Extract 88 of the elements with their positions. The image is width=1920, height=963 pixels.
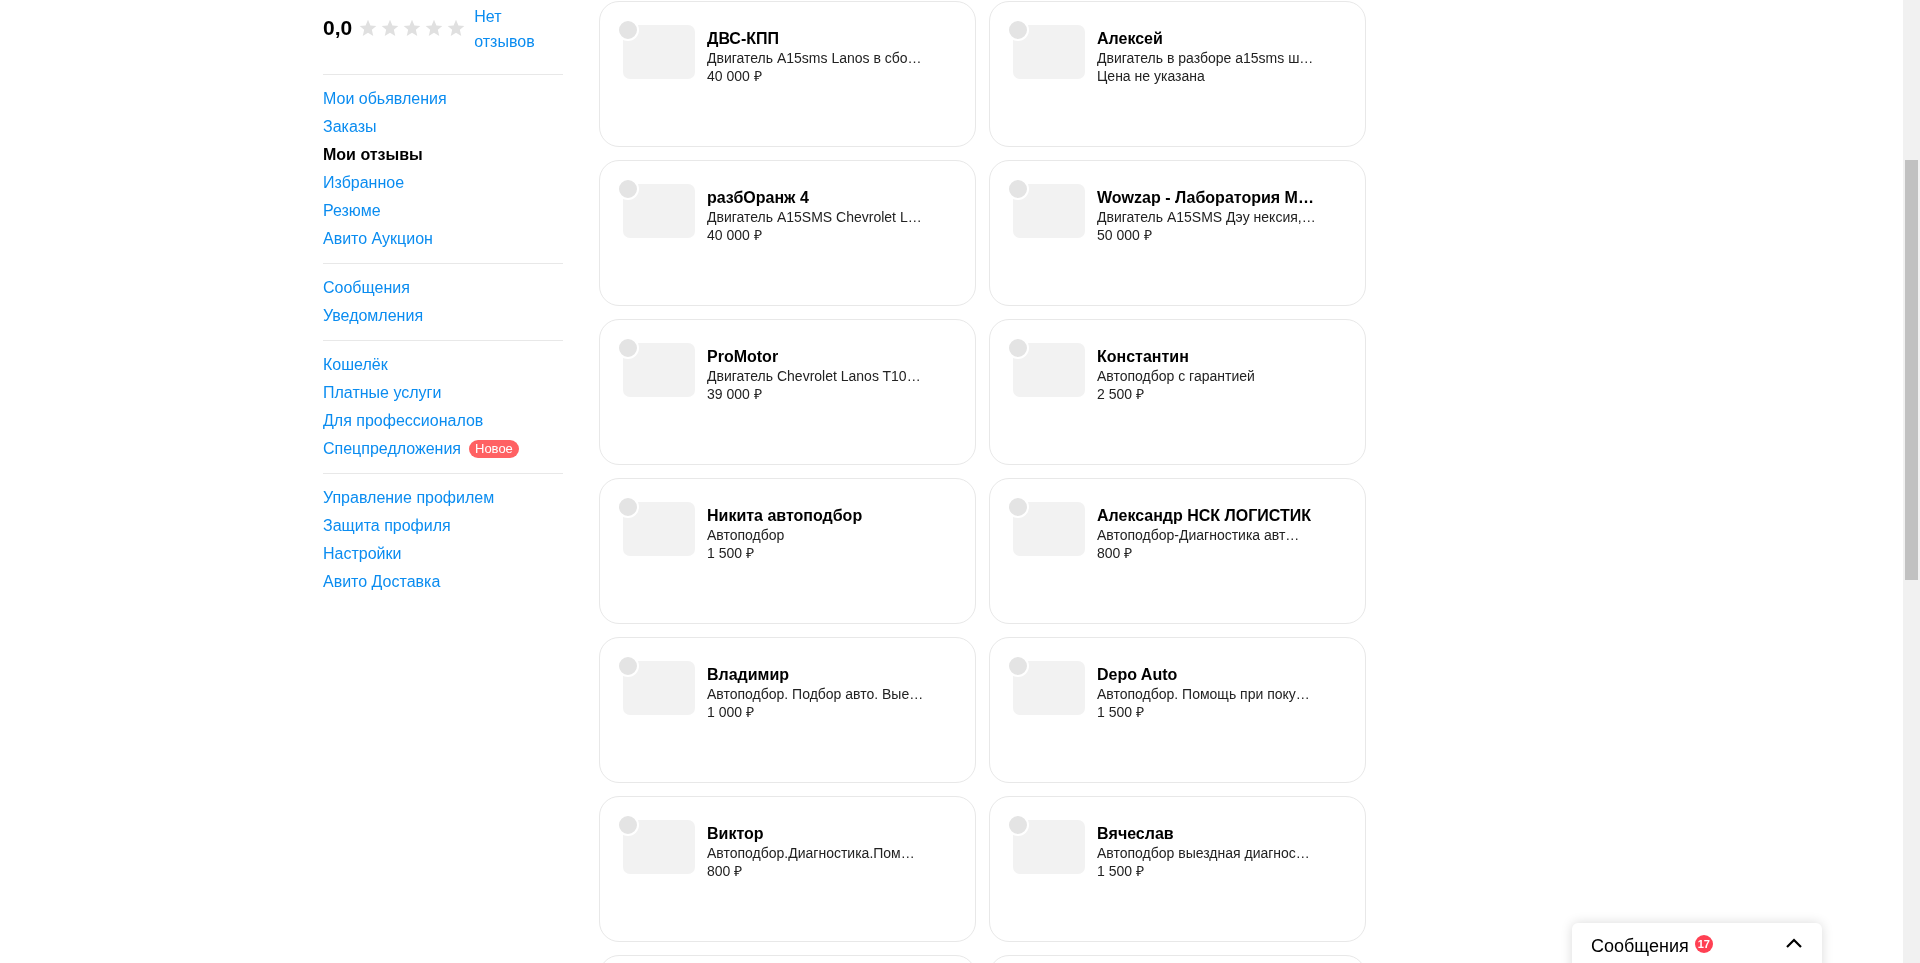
sidebar-item[interactable]: Резюме (323, 199, 381, 223)
rating-value: 0,0 (323, 15, 353, 41)
sidebar-item[interactable]: Авито Аукцион (323, 227, 433, 251)
listing-price: 1 500 ₽ (1097, 703, 1145, 721)
thumbnail-placeholder (1013, 184, 1085, 238)
thumbnail-placeholder (1013, 343, 1085, 397)
listing-price: 1 500 ₽ (1097, 862, 1145, 880)
listing-price: 1 000 ₽ (707, 703, 755, 721)
seller-card[interactable]: Wowzap - Лаборатория М… Двигатель A15SMS Дэу нексия,… 50 000 ₽ (989, 160, 1366, 306)
thumbnail-placeholder (623, 661, 695, 715)
listing-price: 50 000 ₽ (1097, 226, 1153, 244)
star-icon (380, 18, 401, 38)
listing-description: Автоподбор-Диагностика авт… (1097, 526, 1301, 544)
thumbnail-placeholder (1013, 502, 1085, 556)
sidebar-item[interactable]: Сообщения (323, 276, 410, 300)
thumbnail-placeholder (623, 820, 695, 874)
seller-name: Алексей (1097, 29, 1164, 49)
thumbnail-placeholder (623, 502, 695, 556)
seller-card[interactable]: Александр НСК ЛОГИСТИК Автоподбор-Диагностика авт… 800 ₽ (989, 478, 1366, 624)
sidebar-item[interactable]: Заказы (323, 115, 377, 139)
seller-card[interactable]: Алексей Двигатель в разборе a15sms ш… Цена не указана (989, 1, 1366, 147)
listing-description: Автоподбор. Подбор авто. Вые… (707, 685, 924, 703)
seller-card[interactable]: Вячеслав Автоподбор выездная диагнос… 1 500 ₽ (989, 796, 1366, 942)
listing-price: Цена не указана (1097, 67, 1206, 85)
listing-price: 800 ₽ (707, 862, 744, 880)
seller-name: ProMotor (707, 347, 780, 367)
seller-name: Александр НСК ЛОГИСТИК (1097, 506, 1311, 526)
seller-card[interactable]: разбОранж 4 Двигатель A15SMS Chevrolet L… 40 000 ₽ (599, 160, 976, 306)
sidebar-item[interactable]: Защита профиля (323, 514, 451, 538)
seller-name: Depo Auto (1097, 665, 1179, 685)
seller-name: Константин (1097, 347, 1190, 367)
sidebar-item[interactable]: Мои отзывы (323, 143, 423, 167)
sidebar-item[interactable]: Избранное (323, 171, 405, 195)
listing-description: Двигатель в разборе a15sms ш… (1097, 49, 1314, 67)
seller-card[interactable]: Владимир Автоподбор. Подбор авто. Вые… 1 000 ₽ (599, 637, 976, 783)
listing-description: Автоподбор с гарантией (1097, 367, 1255, 385)
seller-card[interactable]: Константин Автоподбор с гарантией 2 500 ₽ (989, 319, 1366, 465)
star-icon (424, 18, 445, 38)
sidebar-item[interactable]: Уведомления (323, 304, 424, 328)
listing-price: 39 000 ₽ (707, 385, 763, 403)
sidebar-item[interactable]: Платные услуги (323, 381, 442, 405)
sidebar-item[interactable]: Для профессионалов (323, 409, 484, 433)
seller-name: Владимир (707, 665, 791, 685)
listing-description: Двигатель A15SMS Дэу нексия,… (1097, 208, 1316, 226)
seller-card[interactable]: ДВС-КПП Двигатель A15sms Lanos в сбо… 40 000 ₽ (599, 1, 976, 147)
star-icon (358, 18, 379, 38)
seller-card[interactable]: Виктор Автоподбор.Диагностика.Пом… 800 ₽ (599, 796, 976, 942)
seller-card[interactable]: Depo Auto Автоподбор. Помощь при поку… 1 500 ₽ (989, 637, 1366, 783)
listing-description: Автоподбор (707, 526, 786, 544)
listing-description: Автоподбор.Диагностика.Пом… (707, 844, 915, 862)
sidebar-item[interactable]: Настройки (323, 542, 402, 566)
messages-title: Сообщения (1591, 935, 1689, 958)
thumbnail-placeholder (1013, 661, 1085, 715)
sidebar-item[interactable]: Авито Доставка (323, 570, 441, 594)
sidebar-item[interactable]: Кошелёк (323, 353, 388, 377)
seller-name: Никита автоподбор (707, 506, 863, 526)
new-badge: Новое (469, 440, 519, 458)
listing-description: Двигатель A15SMS Chevrolet L… (707, 208, 922, 226)
listing-price: 2 500 ₽ (1097, 385, 1145, 403)
listing-description: Автоподбор выездная диагнос… (1097, 844, 1310, 862)
listing-price: 1 500 ₽ (707, 544, 755, 562)
seller-name: разбОранж 4 (707, 188, 810, 208)
sidebar-item[interactable]: Мои обьявления (323, 87, 447, 111)
seller-name: Wowzap - Лаборатория М… (1097, 188, 1315, 208)
listing-price: 40 000 ₽ (707, 226, 763, 244)
sidebar-item[interactable]: Управление профилем (323, 486, 495, 510)
messages-widget[interactable]: Сообщения 17 (1572, 923, 1822, 963)
thumbnail-placeholder (1013, 820, 1085, 874)
listing-description: Двигатель A15sms Lanos в сбо… (707, 49, 922, 67)
sidebar-item[interactable]: Спецпредложения (323, 437, 461, 461)
listing-price: 800 ₽ (1097, 544, 1134, 562)
thumbnail-placeholder (1013, 25, 1085, 79)
listing-description: Автоподбор. Помощь при поку… (1097, 685, 1310, 703)
thumbnail-placeholder (623, 343, 695, 397)
thumbnail-placeholder (623, 184, 695, 238)
unread-badge: 17 (1694, 935, 1713, 953)
seller-card[interactable]: Никита автоподбор Автоподбор 1 500 ₽ (599, 478, 976, 624)
listing-description: Двигатель Chevrolet Lanos T10… (707, 367, 921, 385)
thumbnail-placeholder (623, 25, 695, 79)
seller-card[interactable]: ProMotor Двигатель Chevrolet Lanos T10… 39 000 ₽ (599, 319, 976, 465)
star-icon (402, 18, 423, 38)
seller-name: Вячеслав (1097, 824, 1175, 844)
star-icon (446, 18, 467, 38)
listing-price: 40 000 ₽ (707, 67, 763, 85)
seller-name: Виктор (707, 824, 765, 844)
chevron-up-icon[interactable] (1785, 937, 1803, 949)
reviews-link[interactable]: Нет отзывов (474, 4, 545, 54)
seller-name: ДВС-КПП (707, 29, 780, 49)
